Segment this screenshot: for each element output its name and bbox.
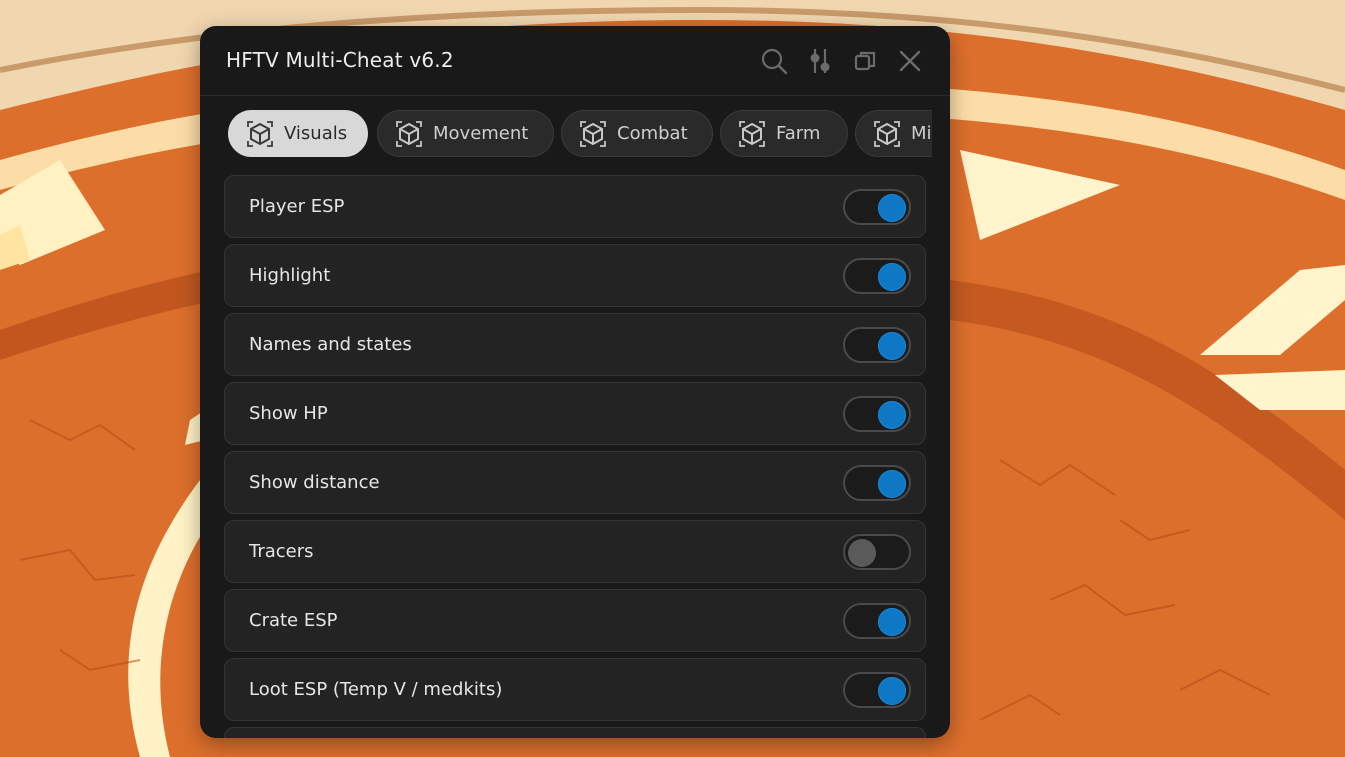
title-bar[interactable]: HFTV Multi-Cheat v6.2 — [200, 26, 950, 96]
tab-label: Movement — [433, 123, 529, 144]
cube-icon — [738, 120, 766, 148]
window-title: HFTV Multi-Cheat v6.2 — [226, 48, 454, 72]
close-icon[interactable] — [895, 46, 925, 76]
tab-farm[interactable]: Farm — [720, 110, 848, 157]
setting-label: Highlight — [249, 265, 331, 286]
setting-label: Crate ESP — [249, 610, 338, 631]
cube-icon — [873, 120, 901, 148]
show-hp-toggle[interactable] — [843, 396, 911, 432]
sliders-icon[interactable] — [805, 46, 835, 76]
tab-visuals[interactable]: Visuals — [228, 110, 368, 157]
tab-label: Mi — [911, 123, 932, 144]
cube-icon — [579, 120, 607, 148]
setting-row-names-and-states: Names and states — [224, 313, 926, 376]
setting-row-crate-esp: Crate ESP — [224, 589, 926, 652]
cheat-menu-window: HFTV Multi-Cheat v6.2 Visuals Movement C… — [200, 26, 950, 738]
toggle-knob — [878, 194, 906, 222]
toggle-knob — [878, 332, 906, 360]
tab-label: Visuals — [284, 123, 348, 144]
toggle-knob — [878, 470, 906, 498]
cube-icon — [395, 120, 423, 148]
tab-bar: Visuals Movement Combat Farm Mi — [226, 110, 932, 160]
setting-label: Loot ESP (Temp V / medkits) — [249, 679, 503, 700]
settings-list[interactable]: Player ESP Highlight Names and states Sh… — [224, 175, 926, 738]
show-distance-toggle[interactable] — [843, 465, 911, 501]
setting-label: Show distance — [249, 472, 380, 493]
setting-row-player-esp: Player ESP — [224, 175, 926, 238]
setting-row-partial — [224, 727, 926, 738]
tab-misc[interactable]: Mi — [855, 110, 932, 157]
tracers-toggle[interactable] — [843, 534, 911, 570]
crate-esp-toggle[interactable] — [843, 603, 911, 639]
setting-label: Names and states — [249, 334, 412, 355]
player-esp-toggle[interactable] — [843, 189, 911, 225]
setting-row-tracers: Tracers — [224, 520, 926, 583]
setting-row-show-distance: Show distance — [224, 451, 926, 514]
toggle-knob — [848, 539, 876, 567]
copy-icon[interactable] — [850, 46, 880, 76]
setting-label: Show HP — [249, 403, 328, 424]
setting-label: Player ESP — [249, 196, 345, 217]
toggle-knob — [878, 677, 906, 705]
tab-label: Combat — [617, 123, 688, 144]
setting-label: Tracers — [249, 541, 314, 562]
loot-esp-toggle[interactable] — [843, 672, 911, 708]
tab-label: Farm — [776, 123, 821, 144]
setting-row-loot-esp: Loot ESP (Temp V / medkits) — [224, 658, 926, 721]
toggle-knob — [878, 263, 906, 291]
tab-combat[interactable]: Combat — [561, 110, 713, 157]
search-icon[interactable] — [759, 46, 789, 76]
names-and-states-toggle[interactable] — [843, 327, 911, 363]
setting-row-show-hp: Show HP — [224, 382, 926, 445]
toggle-knob — [878, 401, 906, 429]
cube-icon — [246, 120, 274, 148]
tab-movement[interactable]: Movement — [377, 110, 554, 157]
highlight-toggle[interactable] — [843, 258, 911, 294]
toggle-knob — [878, 608, 906, 636]
setting-row-highlight: Highlight — [224, 244, 926, 307]
